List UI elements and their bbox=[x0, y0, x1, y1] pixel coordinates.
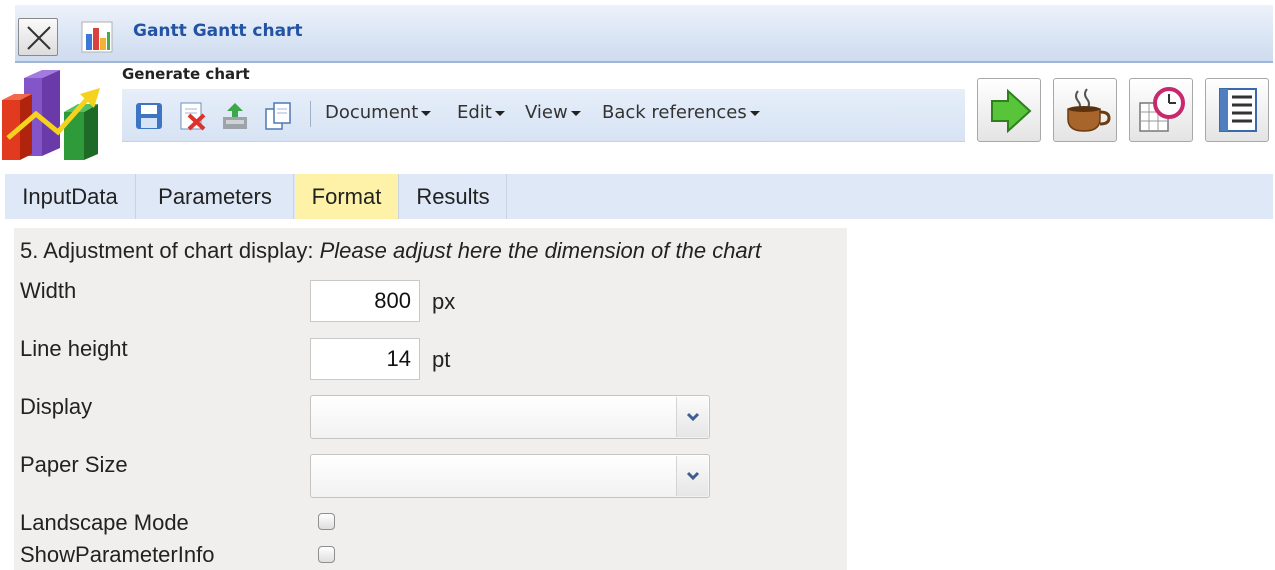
tab-parameters[interactable]: Parameters bbox=[137, 174, 294, 219]
section-heading-text: 5. Adjustment of chart display: bbox=[20, 238, 320, 263]
line-height-unit: pt bbox=[432, 347, 451, 372]
width-input[interactable] bbox=[310, 280, 420, 322]
tab-bar: InputData Parameters Format Results bbox=[5, 174, 1273, 219]
menu-back-references[interactable]: Back references bbox=[602, 102, 760, 123]
close-button[interactable] bbox=[18, 18, 58, 56]
menu-edit-label: Edit bbox=[457, 102, 492, 123]
paper-size-select-toggle[interactable] bbox=[676, 456, 708, 496]
tab-results[interactable]: Results bbox=[400, 174, 507, 219]
schedule-icon bbox=[1139, 87, 1185, 132]
menu-back-references-label: Back references bbox=[602, 102, 747, 123]
format-panel: 5. Adjustment of chart display: Please a… bbox=[14, 228, 847, 570]
menu-document[interactable]: Document bbox=[325, 102, 432, 123]
display-select[interactable] bbox=[310, 395, 710, 439]
display-select-toggle[interactable] bbox=[676, 397, 708, 437]
line-height-input[interactable] bbox=[310, 338, 420, 380]
chevron-down-icon bbox=[686, 412, 700, 422]
section-heading: 5. Adjustment of chart display: Please a… bbox=[20, 238, 761, 264]
bar-chart-icon bbox=[81, 21, 113, 53]
line-height-label: Line height bbox=[20, 336, 128, 361]
report-icon bbox=[1219, 88, 1257, 132]
width-label: Width bbox=[20, 278, 77, 303]
title-bar: Gantt Gantt chart bbox=[15, 5, 1273, 63]
menu-document-label: Document bbox=[325, 102, 419, 123]
coffee-icon bbox=[1067, 88, 1111, 132]
run-icon bbox=[991, 88, 1032, 134]
toolbar: Document Edit View Back references bbox=[122, 89, 965, 142]
close-icon bbox=[27, 26, 51, 50]
save-icon[interactable] bbox=[134, 101, 164, 131]
section-heading-hint: Please adjust here the dimension of the … bbox=[319, 238, 762, 263]
tab-format[interactable]: Format bbox=[295, 174, 399, 219]
tab-format-label: Format bbox=[311, 184, 382, 209]
landscape-mode-checkbox[interactable] bbox=[318, 513, 335, 530]
caret-down-icon bbox=[421, 110, 432, 116]
copy-icon[interactable] bbox=[263, 101, 293, 131]
delete-icon[interactable] bbox=[177, 101, 207, 131]
caret-down-icon bbox=[494, 110, 505, 116]
app-logo bbox=[2, 68, 122, 160]
tab-parameters-label: Parameters bbox=[158, 184, 272, 209]
caret-down-icon bbox=[570, 110, 581, 116]
menu-view-label: View bbox=[525, 102, 568, 123]
chevron-down-icon bbox=[686, 471, 700, 481]
tab-results-label: Results bbox=[416, 184, 490, 209]
show-parameter-info-label: ShowParameterInfo bbox=[20, 542, 215, 567]
tab-inputdata[interactable]: InputData bbox=[5, 174, 136, 219]
toolbar-separator bbox=[310, 101, 311, 127]
width-unit: px bbox=[432, 289, 456, 314]
run-button[interactable] bbox=[977, 78, 1041, 142]
display-label: Display bbox=[20, 394, 93, 419]
tab-inputdata-label: InputData bbox=[22, 184, 118, 209]
menu-view[interactable]: View bbox=[525, 102, 581, 123]
show-parameter-info-checkbox[interactable] bbox=[318, 546, 335, 563]
paper-size-select[interactable] bbox=[310, 454, 710, 498]
landscape-mode-label: Landscape Mode bbox=[20, 510, 189, 535]
schedule-button[interactable] bbox=[1129, 78, 1193, 142]
export-icon[interactable] bbox=[220, 101, 250, 131]
caret-down-icon bbox=[749, 110, 760, 116]
paper-size-label: Paper Size bbox=[20, 452, 128, 477]
coffee-button[interactable] bbox=[1053, 78, 1117, 142]
window-title: Gantt Gantt chart bbox=[133, 21, 303, 41]
menu-edit[interactable]: Edit bbox=[457, 102, 505, 123]
report-button[interactable] bbox=[1205, 78, 1269, 142]
page-title: Generate chart bbox=[122, 65, 250, 83]
